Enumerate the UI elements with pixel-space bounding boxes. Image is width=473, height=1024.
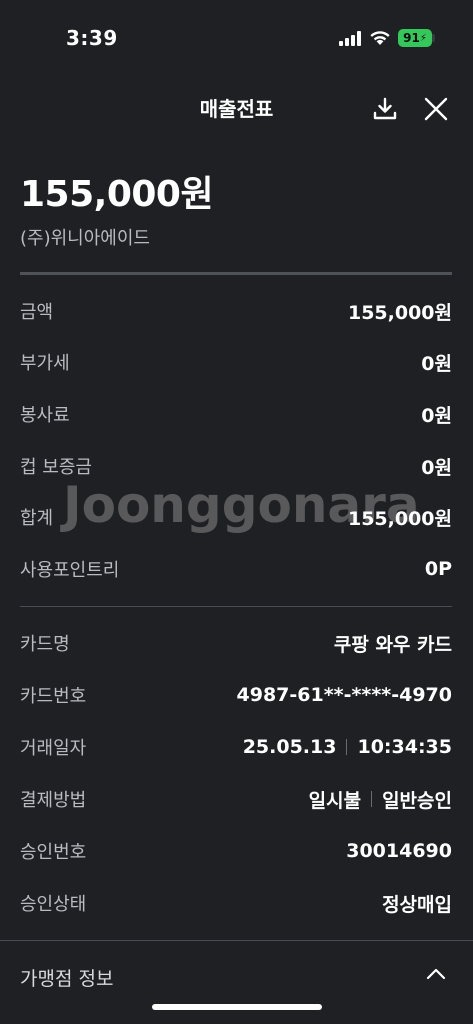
wifi-icon (370, 31, 390, 45)
cup-deposit-row: 컵 보증금 0원 (20, 449, 452, 483)
row-label: 부가세 (20, 353, 70, 374)
cellular-signal-icon (339, 31, 363, 46)
status-time: 3:39 (66, 26, 118, 50)
page-title: 매출전표 (199, 97, 274, 121)
battery-cap (432, 34, 435, 42)
battery-icon: 91 ⚡ (398, 29, 432, 47)
close-button[interactable] (421, 94, 451, 124)
row-label: 거래일자 (20, 738, 87, 759)
card-name-row: 카드명 쿠팡 와우 카드 (20, 626, 452, 660)
row-value: 0원 (421, 456, 452, 479)
sales-slip-screen: 3:39 91 ⚡ 매출전표 155,000원 (주)위니아에이드 금액 155… (0, 0, 473, 1024)
home-indicator[interactable] (152, 1004, 322, 1010)
trade-date-row: 거래일자 25.05.13 10:34:35 (20, 730, 452, 764)
trade-date: 25.05.13 (242, 736, 337, 758)
points-used-row: 사용포인트리 0P (20, 552, 452, 586)
card-number-row: 카드번호 4987-61**-****-4970 (20, 678, 452, 712)
row-value: 155,000원 (347, 507, 452, 530)
row-value: 0P (424, 558, 452, 580)
row-value: 155,000원 (347, 301, 452, 324)
value-separator (371, 791, 373, 807)
row-label: 카드번호 (20, 686, 87, 707)
row-label: 사용포인트리 (20, 560, 120, 581)
row-label: 카드명 (20, 634, 70, 655)
close-icon (424, 97, 448, 121)
card-name-value: 쿠팡 와우 카드 (333, 633, 452, 656)
approval-status-row: 승인상태 정상매입 (20, 886, 452, 920)
chevron-up-icon (426, 968, 446, 980)
row-label: 컵 보증금 (20, 457, 92, 478)
approval-number-row: 승인번호 30014690 (20, 834, 452, 868)
vat-row: 부가세 0원 (20, 345, 452, 379)
row-label: 승인번호 (20, 842, 87, 863)
approval-type: 일반승인 (382, 789, 452, 812)
status-bar: 3:39 91 ⚡ (0, 0, 473, 76)
value-separator (346, 739, 348, 755)
approval-status-value: 정상매입 (382, 893, 452, 916)
row-value: 0원 (421, 352, 452, 375)
row-label: 결제방법 (20, 790, 87, 811)
row-label: 금액 (20, 302, 54, 323)
merchant-name: (주)위니아에이드 (20, 228, 150, 249)
installment-type: 일시불 (308, 789, 362, 812)
row-label: 승인상태 (20, 894, 87, 915)
download-icon (373, 97, 397, 120)
download-button[interactable] (370, 94, 400, 124)
trade-time: 10:34:35 (357, 736, 452, 758)
payment-method-value: 일시불 일반승인 (309, 786, 452, 813)
merchant-info-label: 가맹점 정보 (20, 968, 114, 990)
trade-date-value: 25.05.13 10:34:35 (243, 736, 452, 758)
payment-method-row: 결제방법 일시불 일반승인 (20, 782, 452, 816)
row-label: 봉사료 (20, 405, 70, 426)
total-amount: 155,000원 (20, 174, 214, 215)
card-number-value: 4987-61**-****-4970 (236, 684, 452, 706)
sum-row: 합계 155,000원 (20, 500, 452, 534)
battery-level: 91 (403, 31, 420, 45)
divider (20, 606, 452, 607)
service-charge-row: 봉사료 0원 (20, 397, 452, 431)
header: 매출전표 (0, 76, 473, 138)
approval-number-value: 30014690 (346, 840, 452, 862)
row-label: 합계 (20, 508, 54, 529)
row-value: 0원 (421, 404, 452, 427)
amount-row: 금액 155,000원 (20, 294, 452, 328)
merchant-info-toggle[interactable]: 가맹점 정보 (0, 940, 473, 1024)
divider (20, 272, 452, 275)
